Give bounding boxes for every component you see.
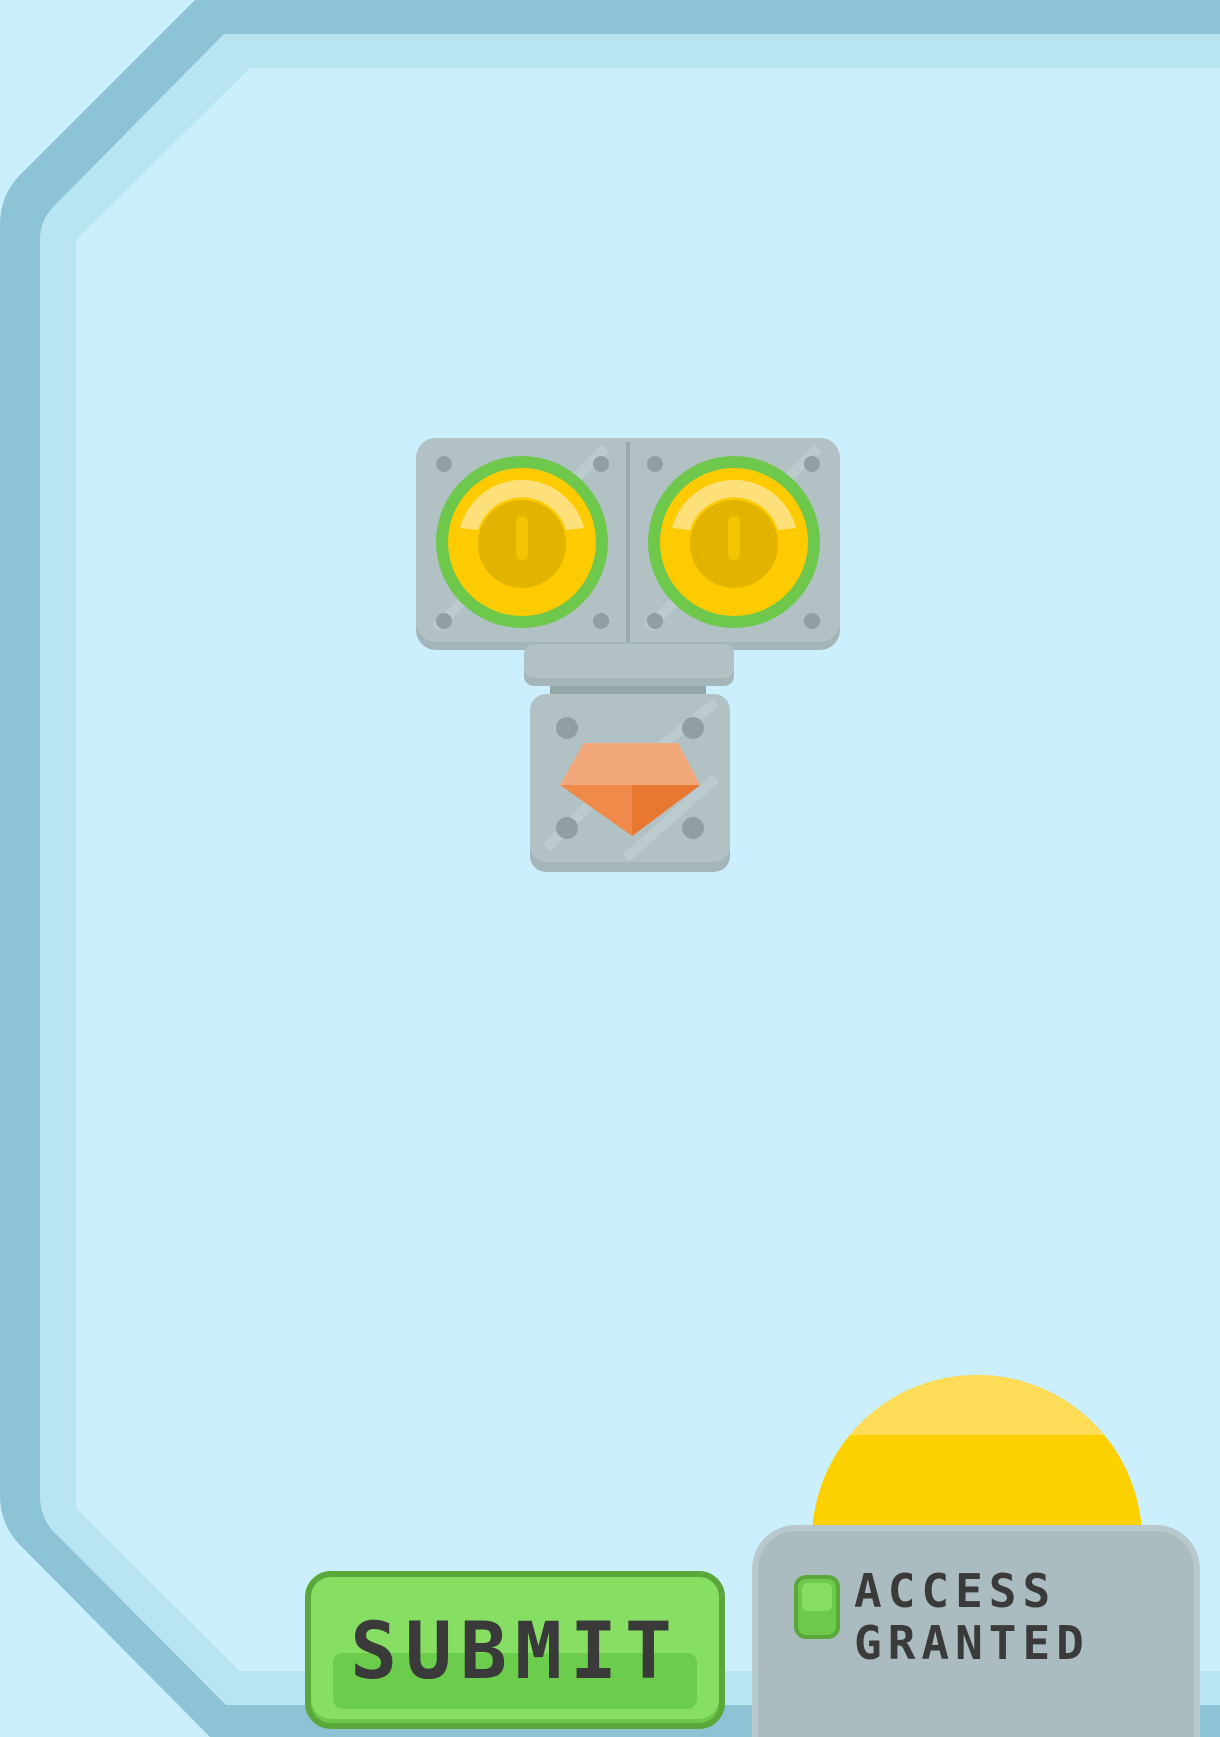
eye-left: [436, 456, 608, 628]
game-stage: SUBMIT ACCESS GRANTED: [0, 0, 1220, 1737]
status-text: ACCESS GRANTED: [854, 1565, 1090, 1669]
robot-head: [416, 438, 840, 872]
status-line-1: ACCESS: [854, 1564, 1057, 1618]
eye-right: [648, 456, 820, 628]
status-machine: ACCESS GRANTED: [752, 1375, 1200, 1737]
status-line-2: GRANTED: [854, 1616, 1090, 1670]
submit-button[interactable]: SUBMIT: [305, 1571, 725, 1729]
status-indicator-light: [794, 1575, 840, 1639]
robot-neck: [524, 644, 734, 696]
submit-button-label: SUBMIT: [350, 1607, 680, 1697]
status-panel: ACCESS GRANTED: [752, 1525, 1200, 1737]
